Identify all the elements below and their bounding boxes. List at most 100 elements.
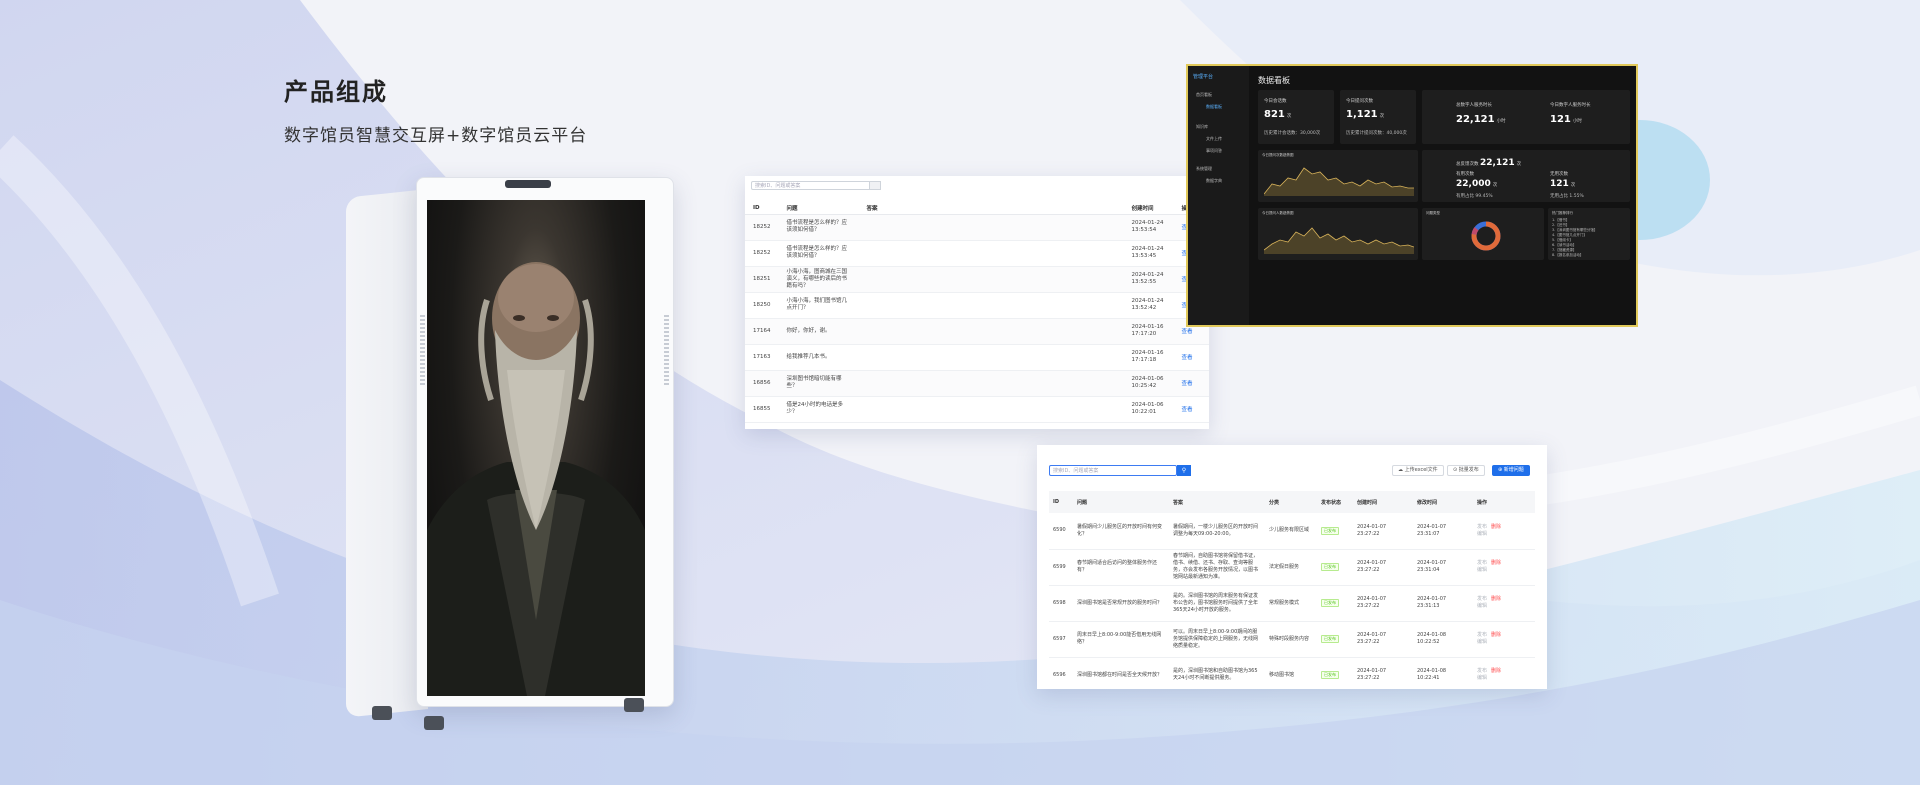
stat-label: 今日提问次数: [1346, 99, 1373, 104]
column-header: ID: [1049, 491, 1073, 513]
batch-publish-button[interactable]: ⊙ 批量发布: [1447, 465, 1485, 476]
stat-value: 821 次: [1264, 109, 1292, 120]
cell-created: 2024-01-07 23:27:22: [1353, 513, 1413, 550]
sidebar-item-qa[interactable]: 事项问答: [1206, 148, 1222, 154]
dashboard-title: 数据看板: [1258, 76, 1290, 85]
publish-link[interactable]: 发布: [1477, 524, 1487, 530]
publish-link[interactable]: 发布: [1477, 668, 1487, 674]
table-row: 6596 深圳图书馆都在时间是否全天候开放？ 是的，深圳图书馆和自助图书馆为365天…: [1049, 657, 1535, 689]
cell-time: 2024-01-06 10:22:01: [1123, 396, 1174, 423]
publish-link[interactable]: 发布: [1477, 596, 1487, 602]
cell-question: 借书流程是怎么样的？应该须如何借？: [778, 214, 859, 241]
cell-time: 2024-01-24 13:53:45: [1123, 240, 1174, 267]
cell-id: 6590: [1049, 513, 1073, 550]
stat-sub: 历史累计提问次数：40,000次: [1346, 131, 1407, 136]
edit-link[interactable]: 编辑: [1477, 603, 1487, 609]
upload-excel-button[interactable]: ☁ 上传excel文件: [1392, 465, 1444, 476]
table-row: 18252 借书流程是怎么样的？应该须如何借？ 2024-01-24 13:53:5…: [745, 214, 1209, 241]
edit-link[interactable]: 编辑: [1477, 675, 1487, 681]
cell-question: 周末日早上8:00-9:00能否借用无线网络？: [1073, 621, 1169, 658]
cell-time: 2024-01-16 17:17:20: [1123, 318, 1174, 345]
kiosk-screen: [427, 200, 645, 696]
table-row: 18252 借书流程是怎么样的？应该须如何借？ 2024-01-24 13:53:4…: [745, 240, 1209, 267]
cell-answer: [858, 318, 1124, 345]
sidebar-item-system[interactable]: 系统管理: [1196, 166, 1212, 172]
delete-link[interactable]: 删除: [1491, 560, 1501, 566]
intro-block: 产品组成 数字馆员智慧交互屏+数字馆员云平台: [284, 72, 587, 146]
delete-link[interactable]: 删除: [1491, 632, 1501, 638]
delete-link[interactable]: 删除: [1491, 668, 1501, 674]
stat-label: 总反馈次数 22,121 次: [1456, 158, 1522, 168]
table-row: 18251 小海小海，图商城在三国演义，有哪些的读后的书籍有吗？ 2024-01-2…: [745, 266, 1209, 293]
table-row: 6598 深圳图书馆是否常规开放的服务时间？ 是的。深圳图书馆的周末服务有保证发布公…: [1049, 585, 1535, 622]
cell-question: 你好，你好，谢。: [778, 318, 859, 345]
cell-id: 18250: [745, 292, 779, 319]
cell-actions: 发布 删除 编辑: [1473, 585, 1535, 622]
cell-id: 18251: [745, 266, 779, 293]
sidebar-item-dashboard[interactable]: 数据看板: [1206, 104, 1222, 110]
delete-link[interactable]: 删除: [1491, 524, 1501, 530]
edit-link[interactable]: 编辑: [1477, 531, 1487, 537]
table-row: 6599 春节期间适合后访问的整体服务作还有？ 春节期间，自助图书馆将保留借书证，借…: [1049, 549, 1535, 586]
cell-status: 已发布: [1317, 657, 1353, 689]
status-badge: 已发布: [1321, 526, 1339, 535]
cell-time: 2024-01-24 13:53:54: [1123, 214, 1174, 241]
sidebar-item-home[interactable]: 首页看板: [1196, 92, 1212, 98]
portrait-image: [427, 262, 645, 696]
stat-label: 无用次数: [1550, 172, 1568, 177]
cell-actions: 发布 删除 编辑: [1473, 657, 1535, 689]
table-row: 17164 你好，你好，谢。 2024-01-16 17:17:20 查看: [745, 318, 1209, 345]
qa-manage-panel: 搜索ID、问题或答案 ⚲ ☁ 上传excel文件 ⊙ 批量发布 ⊕ 新增问题 I…: [1037, 445, 1547, 689]
search-icon[interactable]: [869, 181, 881, 190]
cell-answer: 是的，深圳图书馆和自助图书馆为365天24小时不间断提供服务。: [1169, 657, 1265, 689]
cell-id: 17164: [745, 318, 779, 345]
search-input[interactable]: 搜索ID、问题或答案: [751, 181, 881, 190]
dashboard-sidebar: 管理平台 首页看板 数据看板 知识库 文件上传 事项问答 系统管理 数据字典: [1188, 66, 1249, 325]
cell-answer: [858, 344, 1124, 371]
cell-answer: [858, 396, 1124, 423]
cell-created: 2024-01-07 23:27:22: [1353, 585, 1413, 622]
cell-category: 常规服务模式: [1265, 585, 1317, 622]
stat-label: 总数字人服务时长: [1456, 103, 1492, 108]
smart-kiosk-device: [346, 165, 674, 730]
cell-question: 小海小海，图商城在三国演义，有哪些的读后的书籍有吗？: [778, 266, 859, 293]
cell-answer: 可以。周末日早上8:00-9:00期间的服务馆提供保障稳定的上网服务，无线网络质…: [1169, 621, 1265, 658]
section-subtitle: 数字馆员智慧交互屏+数字馆员云平台: [284, 126, 588, 146]
stat-card-sessions: 今日会话数 821 次 历史累计会话数：30,000次: [1258, 90, 1334, 144]
search-icon[interactable]: ⚲: [1177, 465, 1191, 476]
qa-manage-table: ID 问题 答案 分类 发布状态 创建时间 修改时间 操作 6590 暑假期间少儿…: [1049, 491, 1535, 689]
publish-link[interactable]: 发布: [1477, 632, 1487, 638]
view-link[interactable]: 查看: [1173, 396, 1209, 423]
table-row: 6597 周末日早上8:00-9:00能否借用无线网络？ 可以。周末日早上8:00-…: [1049, 621, 1535, 658]
table-row: 6590 暑假期间少儿服务区的开放时间有何变化？ 暑假期间，一楼少儿服务区的开放时间…: [1049, 513, 1535, 550]
cell-created: 2024-01-07 23:27:22: [1353, 621, 1413, 658]
publish-link[interactable]: 发布: [1477, 560, 1487, 566]
cell-question: 暑假期间少儿服务区的开放时间有何变化？: [1073, 513, 1169, 550]
view-link[interactable]: 查看: [1173, 370, 1209, 397]
sidebar-item-upload[interactable]: 文件上传: [1206, 136, 1222, 142]
cell-status: 已发布: [1317, 513, 1353, 550]
donut-chart: [1471, 221, 1501, 251]
cell-id: 6596: [1049, 657, 1073, 689]
add-question-button[interactable]: ⊕ 新增问题: [1492, 465, 1530, 476]
table-row: 16855 借是24小时的电话是多少？ 2024-01-06 10:22:01 查看: [745, 396, 1209, 423]
cell-question: 借是24小时的电话是多少？: [778, 396, 859, 423]
chart-card-user-trend: 今日提问人数趋势图: [1258, 208, 1418, 260]
cell-modified: 2024-01-08 10:22:52: [1413, 621, 1473, 658]
cell-answer: 是的。深圳图书馆的周末服务有保证发布公告的，图书馆服务时间提供了全年365天24…: [1169, 585, 1265, 622]
cell-answer: [858, 292, 1124, 319]
delete-link[interactable]: 删除: [1491, 596, 1501, 602]
sidebar-item-knowledge[interactable]: 知识库: [1196, 124, 1208, 130]
sidebar-item-dict[interactable]: 数据字典: [1206, 178, 1222, 184]
cell-category: 移动图书馆: [1265, 657, 1317, 689]
cell-id: 18252: [745, 240, 779, 267]
search-input[interactable]: 搜索ID、问题或答案: [1049, 465, 1177, 476]
cell-status: 已发布: [1317, 549, 1353, 586]
edit-link[interactable]: 编辑: [1477, 639, 1487, 645]
stat-label: 今日数字人服务时长: [1550, 103, 1591, 108]
status-badge: 已发布: [1321, 563, 1339, 571]
column-header: 答案: [858, 202, 1124, 215]
cell-actions: 发布 删除 编辑: [1473, 621, 1535, 658]
edit-link[interactable]: 编辑: [1477, 567, 1487, 573]
view-link[interactable]: 查看: [1173, 344, 1209, 371]
